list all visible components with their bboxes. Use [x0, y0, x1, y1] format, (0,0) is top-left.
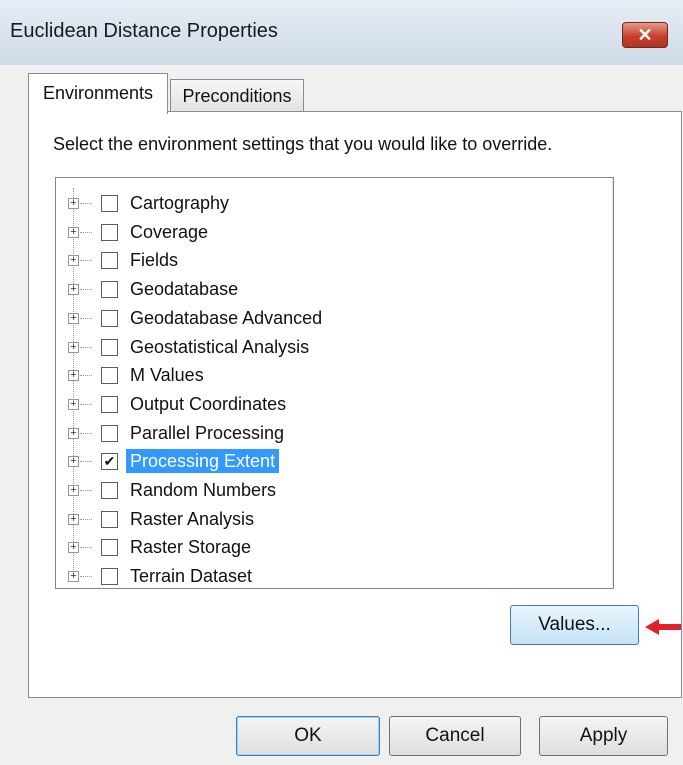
tree-branch-line: [80, 432, 92, 434]
tree-branch-line: [80, 317, 92, 319]
expand-plus-icon[interactable]: +: [68, 398, 79, 410]
tree-item-label[interactable]: Random Numbers: [126, 478, 280, 502]
title-bar[interactable]: Euclidean Distance Properties ✕: [0, 0, 683, 65]
tree-item-label[interactable]: Geostatistical Analysis: [126, 335, 313, 359]
tree-branch-line: [80, 576, 92, 578]
vertical-scrollbar[interactable]: ▲ ≡ ▼: [612, 178, 614, 586]
expand-plus-icon[interactable]: +: [68, 513, 79, 525]
setting-checkbox[interactable]: [101, 539, 118, 557]
dialog-body: Environments Preconditions Select the en…: [0, 65, 683, 765]
setting-checkbox[interactable]: [101, 223, 118, 241]
setting-checkbox[interactable]: [101, 568, 118, 586]
tree-item-label[interactable]: Raster Storage: [126, 535, 255, 559]
tree-item-label[interactable]: Geodatabase: [126, 277, 242, 301]
tree-branch-line: [80, 547, 92, 549]
setting-checkbox[interactable]: ✔: [101, 453, 118, 471]
tree-item[interactable]: + Cartography: [56, 190, 586, 218]
tree-branch-line: [80, 289, 92, 291]
cancel-button[interactable]: Cancel: [389, 716, 521, 756]
tree-item-label[interactable]: Raster Analysis: [126, 507, 258, 531]
tree-item-label[interactable]: Processing Extent: [126, 449, 280, 474]
tree-item-label[interactable]: Fields: [126, 248, 182, 272]
tree-item[interactable]: + Geodatabase Advanced: [56, 305, 586, 333]
tree-item-label[interactable]: Terrain Dataset: [126, 564, 256, 588]
tree-item[interactable]: + Terrain Dataset: [56, 563, 586, 588]
ok-button[interactable]: OK: [236, 716, 380, 756]
setting-checkbox[interactable]: [101, 482, 118, 499]
setting-checkbox[interactable]: [101, 252, 118, 270]
tree-branch-line: [80, 346, 92, 348]
scroll-down-arrow-icon[interactable]: ▼: [613, 564, 614, 586]
tab-preconditions[interactable]: Preconditions: [170, 79, 304, 112]
setting-checkbox[interactable]: [101, 367, 118, 385]
tree-item[interactable]: + Raster Analysis: [56, 506, 586, 534]
values-button[interactable]: Values...: [510, 605, 639, 645]
instruction-text: Select the environment settings that you…: [53, 134, 553, 154]
scroll-up-arrow-icon[interactable]: ▲: [613, 178, 614, 200]
tree-item-label[interactable]: Geodatabase Advanced: [126, 306, 326, 330]
properties-dialog: Euclidean Distance Properties ✕ Environm…: [0, 0, 683, 765]
setting-checkbox[interactable]: [101, 309, 118, 327]
expand-plus-icon[interactable]: +: [68, 255, 79, 267]
tree-item[interactable]: + Parallel Processing: [56, 420, 586, 448]
tree-branch-line: [80, 518, 92, 520]
expand-plus-icon[interactable]: +: [68, 226, 79, 238]
expand-plus-icon[interactable]: +: [68, 284, 79, 296]
setting-checkbox[interactable]: [101, 424, 118, 442]
setting-checkbox[interactable]: [101, 510, 118, 528]
tree-item[interactable]: + ✔ Processing Extent: [56, 448, 586, 476]
tree-item[interactable]: + Fields: [56, 247, 586, 275]
expand-plus-icon[interactable]: +: [68, 427, 79, 439]
expand-plus-icon[interactable]: +: [68, 542, 79, 554]
tree-item-label[interactable]: Parallel Processing: [126, 421, 288, 445]
tab-environments[interactable]: Environments: [28, 73, 168, 114]
tree-item[interactable]: + Random Numbers: [56, 477, 586, 505]
tree-item-label[interactable]: Output Coordinates: [126, 392, 290, 416]
window-title: Euclidean Distance Properties: [10, 20, 278, 42]
tree-item[interactable]: + Geodatabase: [56, 276, 586, 304]
expand-plus-icon[interactable]: +: [68, 456, 79, 468]
tree-item[interactable]: + Output Coordinates: [56, 391, 586, 419]
expand-plus-icon[interactable]: +: [68, 370, 79, 382]
tree-branch-line: [80, 203, 92, 204]
close-icon: ✕: [637, 25, 653, 45]
expand-plus-icon[interactable]: +: [68, 198, 79, 209]
apply-button[interactable]: Apply: [539, 716, 668, 756]
setting-checkbox[interactable]: [101, 395, 118, 413]
tree-branch-line: [80, 375, 92, 377]
expand-plus-icon[interactable]: +: [68, 341, 79, 353]
tree-item-label[interactable]: Cartography: [126, 191, 233, 215]
expand-plus-icon[interactable]: +: [68, 571, 79, 583]
close-button[interactable]: ✕: [622, 22, 668, 48]
tree-item[interactable]: + M Values: [56, 362, 586, 390]
tree-item-label[interactable]: M Values: [126, 363, 208, 387]
tab-panel-environments: Select the environment settings that you…: [28, 111, 682, 698]
tree-branch-line: [80, 461, 92, 463]
annotation-arrow-icon: [645, 619, 681, 635]
tree-branch-line: [80, 403, 92, 405]
tree-item[interactable]: + Raster Storage: [56, 534, 586, 562]
tree-branch-line: [80, 490, 92, 491]
tree-item[interactable]: + Geostatistical Analysis: [56, 334, 586, 362]
expand-plus-icon[interactable]: +: [68, 485, 79, 496]
setting-checkbox[interactable]: [101, 281, 118, 299]
environment-tree[interactable]: + Cartography + Coverage + Fields + Geodatabase…: [55, 177, 614, 589]
setting-checkbox[interactable]: [101, 338, 118, 356]
tree-item-label[interactable]: Coverage: [126, 220, 212, 244]
tree-branch-line: [80, 260, 92, 262]
expand-plus-icon[interactable]: +: [68, 312, 79, 324]
tree-branch-line: [80, 231, 92, 233]
setting-checkbox[interactable]: [101, 195, 118, 212]
tree-item[interactable]: + Coverage: [56, 219, 586, 247]
